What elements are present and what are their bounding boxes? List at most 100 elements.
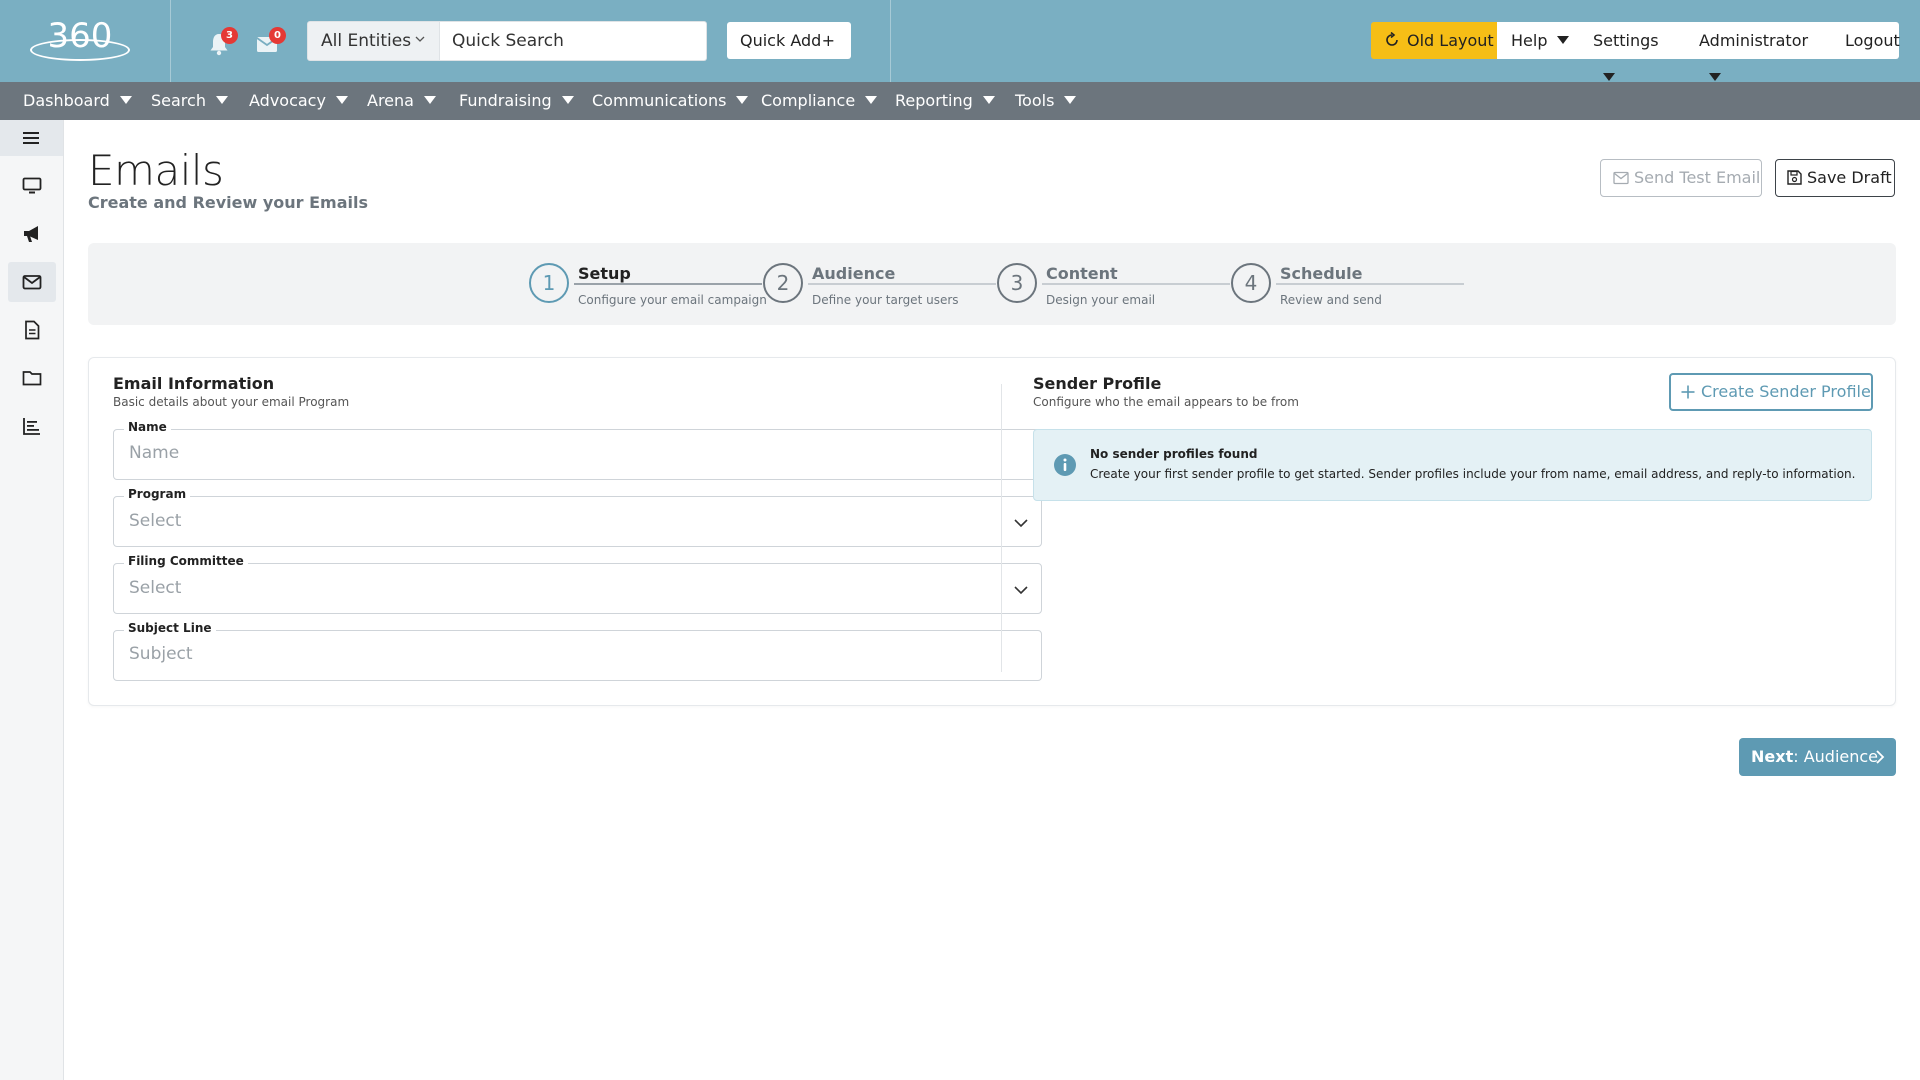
bar-list-icon (23, 418, 40, 435)
next-audience-button[interactable]: Next: Audience (1739, 738, 1896, 776)
caret-down-icon (119, 96, 132, 104)
document-icon (25, 320, 40, 340)
sidebar-toggle-button[interactable] (0, 120, 63, 156)
monitor-icon (22, 177, 42, 194)
chevron-right-icon (1876, 750, 1885, 764)
envelope-icon (1613, 171, 1629, 185)
step-schedule[interactable]: 4 Schedule Review and send (1231, 263, 1465, 307)
step-connector (808, 283, 996, 285)
menu-icon (23, 132, 39, 144)
sidebar-item-emails[interactable] (8, 262, 56, 302)
step-title: Schedule (1280, 264, 1363, 283)
wizard-stepper: 1 Setup Configure your email campaign 2 … (88, 243, 1896, 325)
save-draft-label: Save Draft (1807, 168, 1892, 187)
menu-communications[interactable]: Communications (592, 82, 749, 120)
menu-advocacy[interactable]: Advocacy (249, 82, 348, 120)
chevron-down-icon (1014, 586, 1028, 595)
menu-label: Fundraising (459, 91, 552, 110)
caret-down-icon (982, 96, 995, 104)
step-audience[interactable]: 2 Audience Define your target users (763, 263, 997, 307)
logo-text: 360 (47, 16, 113, 56)
menu-label: Arena (367, 91, 414, 110)
filing-committee-label: Filing Committee (124, 554, 248, 568)
quick-add-button[interactable]: Quick Add + (727, 22, 851, 59)
megaphone-icon (24, 226, 38, 242)
chevron-down-icon (415, 36, 425, 42)
next-label: Next (1751, 747, 1794, 766)
sidebar-item-reports[interactable] (8, 406, 56, 446)
subject-line-field[interactable]: Subject Line (113, 621, 1042, 681)
sidebar-item-folders[interactable] (8, 358, 56, 398)
quick-search-label: Quick Search (452, 31, 564, 51)
quick-add-label: Quick Add (740, 31, 822, 50)
caret-down-icon (423, 96, 436, 104)
refresh-icon (1386, 32, 1398, 46)
sender-profile-title: Sender Profile (1033, 374, 1162, 393)
user-menu[interactable]: Administrator (1676, 22, 1821, 81)
menu-compliance[interactable]: Compliance (761, 82, 878, 120)
logout-button[interactable]: Logout (1821, 22, 1900, 59)
name-field[interactable]: Name (113, 420, 1042, 480)
menu-dashboard[interactable]: Dashboard (23, 82, 132, 120)
subject-input[interactable] (129, 644, 1009, 664)
step-connector (574, 283, 762, 285)
caret-down-icon (335, 96, 348, 104)
menu-label: Communications (592, 91, 727, 110)
alert-text: Create your first sender profile to get … (1090, 467, 1856, 481)
help-menu[interactable]: Help (1497, 22, 1572, 59)
name-label: Name (124, 420, 171, 434)
save-draft-button[interactable]: Save Draft (1775, 159, 1895, 197)
step-number: 3 (997, 263, 1037, 303)
menu-tools[interactable]: Tools (1015, 82, 1077, 120)
sidebar-item-documents[interactable] (8, 310, 56, 350)
menu-fundraising[interactable]: Fundraising (459, 82, 574, 120)
step-connector (1042, 283, 1230, 285)
menu-reporting[interactable]: Reporting (895, 82, 995, 120)
messages-button[interactable]: 0 (256, 27, 286, 54)
plus-icon: + (821, 31, 835, 50)
step-description: Configure your email campaign (578, 293, 767, 307)
settings-menu[interactable]: Settings (1572, 22, 1676, 81)
name-input[interactable] (129, 443, 1009, 463)
quick-search-input[interactable]: Quick Search (440, 21, 707, 61)
step-connector (1276, 283, 1464, 285)
sidebar-item-dashboard[interactable] (8, 166, 56, 206)
notifications-badge: 3 (221, 27, 238, 44)
step-setup[interactable]: 1 Setup Configure your email campaign (529, 263, 767, 307)
entity-select[interactable]: All Entities (307, 21, 440, 61)
menu-label: Compliance (761, 91, 856, 110)
caret-down-icon (1709, 73, 1721, 81)
sidebar-item-advocacy[interactable] (8, 214, 56, 254)
step-title: Setup (578, 264, 631, 283)
section-divider (1001, 384, 1002, 672)
entity-select-value: All Entities (321, 31, 412, 51)
folder-icon (22, 371, 42, 386)
program-select[interactable]: Program Select (113, 487, 1042, 547)
main-menu-bar: Dashboard Search Advocacy Arena Fundrais… (0, 82, 1920, 120)
topbar-divider (890, 0, 891, 82)
old-layout-button[interactable]: Old Layout (1371, 22, 1497, 59)
filing-committee-select-value: Select (129, 578, 182, 598)
app-logo[interactable]: 360 (28, 16, 132, 62)
step-description: Review and send (1280, 293, 1382, 307)
create-sender-profile-button[interactable]: Create Sender Profile (1669, 373, 1873, 411)
menu-arena[interactable]: Arena (367, 82, 436, 120)
subject-line-label: Subject Line (124, 621, 216, 635)
filing-committee-select[interactable]: Filing Committee Select (113, 554, 1042, 614)
caret-down-icon (865, 96, 878, 104)
caret-down-icon (1557, 36, 1570, 44)
caret-down-icon (215, 96, 228, 104)
no-sender-profiles-alert: No sender profiles found Create your fir… (1033, 429, 1872, 501)
send-test-email-button[interactable]: Send Test Email (1600, 159, 1762, 197)
sidebar (0, 120, 64, 1080)
step-title: Audience (812, 264, 896, 283)
plus-icon (1681, 385, 1695, 399)
step-number: 1 (529, 263, 569, 303)
chevron-down-icon (1014, 519, 1028, 528)
settings-label: Settings (1593, 31, 1659, 50)
menu-search[interactable]: Search (151, 82, 228, 120)
step-content[interactable]: 3 Content Design your email (997, 263, 1231, 307)
info-icon (1054, 454, 1076, 476)
create-sender-profile-label: Create Sender Profile (1701, 382, 1871, 401)
notifications-button[interactable]: 3 (208, 27, 238, 56)
